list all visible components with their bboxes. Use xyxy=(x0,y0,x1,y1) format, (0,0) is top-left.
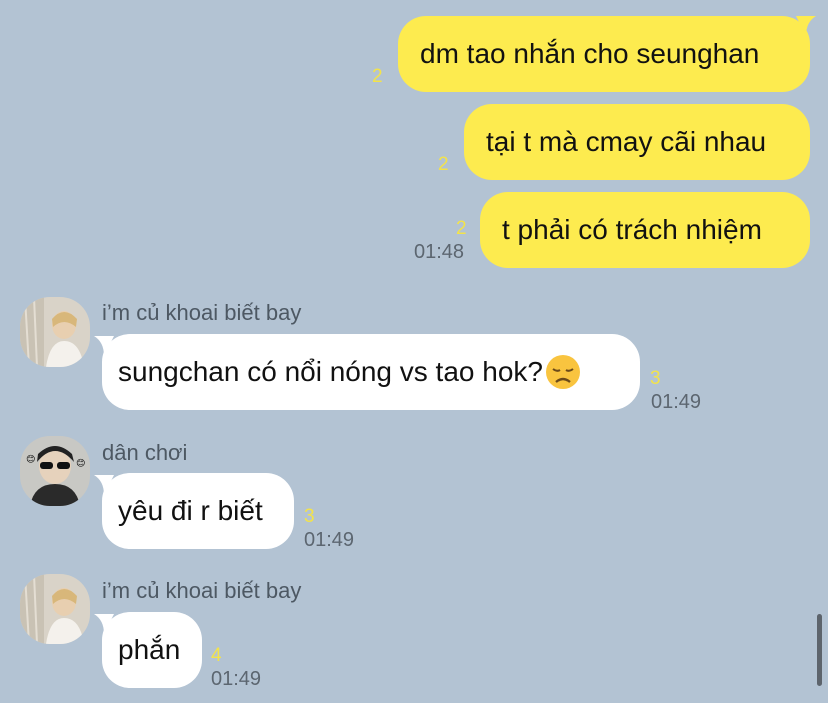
avatar[interactable]: 😊 😊 xyxy=(20,436,90,506)
sender-name: dân chơi xyxy=(102,440,188,465)
incoming-message-bubble[interactable]: sungchan có nổi nóng vs tao hok? xyxy=(102,334,640,410)
sender-name: i’m củ khoai biết bay xyxy=(102,300,302,325)
unread-count: 2 xyxy=(372,66,383,87)
avatar-khoai-image xyxy=(20,297,90,367)
message-timestamp: 01:49 xyxy=(304,529,355,551)
message-text: tại t mà cmay cãi nhau xyxy=(486,126,767,157)
outgoing-message-bubble[interactable]: dm tao nhắn cho seunghan xyxy=(398,16,810,92)
message-text: dm tao nhắn cho seunghan xyxy=(420,38,760,69)
avatar-danchoi-image: 😊 😊 xyxy=(20,436,90,506)
unread-count: 2 xyxy=(438,154,449,175)
message-text: yêu đi r biết xyxy=(118,495,263,526)
avatar[interactable] xyxy=(20,574,90,644)
sender-name: i’m củ khoai biết bay xyxy=(102,578,302,603)
outgoing-message-bubble[interactable]: tại t mà cmay cãi nhau xyxy=(464,104,810,180)
unread-count: 2 xyxy=(456,218,467,239)
scrollbar[interactable] xyxy=(817,614,822,686)
message-timestamp: 01:49 xyxy=(211,668,262,690)
message-text: phắn xyxy=(118,634,181,665)
outgoing-message-bubble[interactable]: t phải có trách nhiệm xyxy=(480,192,810,268)
avatar[interactable] xyxy=(20,297,90,367)
incoming-message-bubble[interactable]: yêu đi r biết xyxy=(102,473,294,549)
message-timestamp: 01:49 xyxy=(651,391,702,413)
unread-count: 3 xyxy=(304,506,315,527)
svg-text:😊: 😊 xyxy=(76,458,85,469)
message-text: t phải có trách nhiệm xyxy=(502,214,762,245)
incoming-message-bubble[interactable]: phắn xyxy=(102,612,202,688)
avatar-khoai-image xyxy=(20,574,90,644)
unread-count: 3 xyxy=(650,368,661,389)
message-text: sungchan có nổi nóng vs tao hok? xyxy=(118,356,543,387)
message-timestamp: 01:48 xyxy=(414,241,465,263)
svg-text:😊: 😊 xyxy=(26,454,35,465)
chat-room[interactable]: dm tao nhắn cho seunghan 2 tại t mà cmay… xyxy=(0,0,828,703)
unread-count: 4 xyxy=(211,645,222,666)
disappointed-face-icon xyxy=(545,355,580,389)
bubble-tail-icon xyxy=(796,16,816,36)
